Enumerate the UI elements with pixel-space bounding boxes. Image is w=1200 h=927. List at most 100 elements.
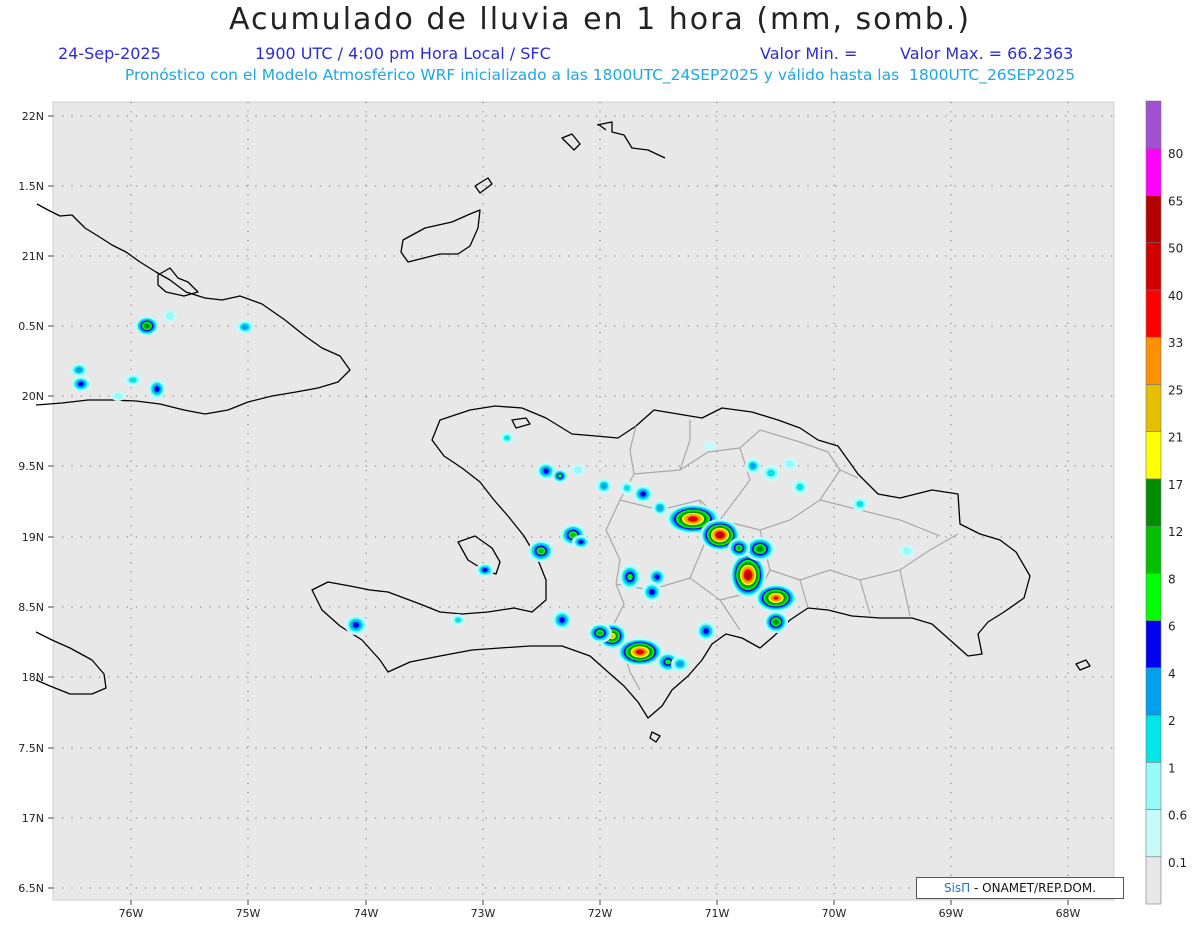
rain-contour (558, 474, 562, 478)
rain-cell (764, 611, 788, 633)
lon-label: 70W (822, 907, 847, 920)
colorbar-swatch (1145, 431, 1162, 480)
rain-contour (573, 466, 583, 474)
lat-label: 6.5N (18, 882, 44, 895)
lon-label: 76W (119, 907, 144, 920)
rain-contour (543, 468, 549, 474)
rain-cell (476, 563, 494, 577)
rain-contour (750, 463, 756, 469)
rain-cell (148, 379, 166, 399)
colorbar-swatch (1145, 100, 1162, 149)
rain-contour (601, 483, 607, 489)
lon-label: 71W (705, 907, 730, 920)
rain-cell (783, 458, 797, 470)
rain-contour (352, 622, 360, 628)
lat-label: 1.5N (18, 180, 44, 193)
rain-cell (633, 485, 653, 503)
latitude-labels: 22N1.5N21N0.5N20N9.5N19N8.5N18N7.5N17N6.… (18, 110, 44, 895)
rain-cell (671, 656, 689, 672)
rain-contour (623, 484, 631, 492)
rain-cell (451, 614, 465, 626)
colorbar-label: 17 (1168, 478, 1183, 492)
lat-label: 22N (22, 110, 44, 123)
rain-cell (345, 615, 367, 635)
rain-contour (129, 377, 137, 383)
sispi-logo: SisΠ (943, 881, 971, 895)
lon-label: 72W (588, 907, 613, 920)
rain-contour (154, 386, 160, 392)
rain-cell (71, 376, 91, 392)
rain-contour (649, 589, 655, 595)
lat-label: 20N (22, 390, 44, 403)
rain-cell (135, 316, 159, 336)
rain-cell (111, 391, 125, 401)
colorbar-swatch (1145, 242, 1162, 291)
rain-cell (236, 320, 254, 334)
rain-cell (552, 610, 572, 630)
rain-cell (900, 545, 914, 557)
rain-contour (578, 540, 584, 544)
rain-contour (773, 619, 779, 625)
colorbar: 0.10.612468121721253340506580 (1145, 100, 1187, 905)
rain-cell (571, 464, 585, 476)
rain-contour (241, 324, 249, 330)
rain-contour (902, 547, 912, 555)
rain-contour (746, 572, 750, 578)
rain-contour (570, 532, 576, 538)
rain-contour (165, 312, 175, 320)
colorbar-swatch (1145, 761, 1162, 810)
rain-contour (597, 630, 603, 636)
rain-cell (704, 441, 716, 451)
colorbar-label: 6 (1168, 620, 1176, 634)
rain-contour (75, 367, 83, 373)
lon-label: 73W (471, 907, 496, 920)
rain-contour (657, 505, 663, 511)
rain-cell (588, 623, 612, 643)
rain-contour (773, 596, 779, 600)
colorbar-label: 33 (1168, 336, 1183, 350)
rain-cell (852, 497, 868, 511)
colorbar-swatch (1145, 525, 1162, 574)
colorbar-swatch (1145, 195, 1162, 244)
colorbar-swatch (1145, 714, 1162, 763)
colorbar-swatch (1145, 809, 1162, 858)
rain-contour (676, 661, 684, 667)
lat-label: 0.5N (18, 320, 44, 333)
rain-contour (637, 650, 643, 654)
colorbar-label: 8 (1168, 572, 1176, 586)
colorbar-swatch (1145, 289, 1162, 338)
lat-label: 9.5N (18, 460, 44, 473)
lat-label: 17N (22, 812, 44, 825)
lat-label: 8.5N (18, 601, 44, 614)
rain-cell (696, 621, 716, 641)
colorbar-label: 80 (1168, 147, 1183, 161)
rain-cell (596, 478, 612, 494)
colorbar-swatch (1145, 478, 1162, 527)
colorbar-swatch (1145, 573, 1162, 621)
rain-cell (572, 535, 590, 549)
colorbar-label: 65 (1168, 194, 1183, 208)
rain-contour (113, 392, 123, 400)
map-area (52, 101, 1115, 901)
colorbar-label: 40 (1168, 289, 1183, 303)
colorbar-label: 21 (1168, 431, 1183, 445)
rain-cell (652, 500, 668, 516)
rain-cell (642, 582, 662, 602)
rain-contour (559, 617, 565, 623)
rain-contour (503, 435, 511, 441)
colorbar-label: 2 (1168, 714, 1176, 728)
rain-cell (163, 310, 177, 322)
rain-contour (665, 659, 671, 665)
rain-contour (654, 574, 660, 580)
rain-contour (144, 324, 150, 328)
rain-contour (640, 491, 646, 497)
credit-box: SisΠ - ONAMET/REP.DOM. (916, 877, 1124, 899)
rain-contour (703, 628, 709, 634)
rain-cell (124, 374, 142, 386)
lat-label: 7.5N (18, 742, 44, 755)
rainfall-map: 76W 75W 74W 73W 72W 71W 70W 69W 68W 22N 1.5N 21N 0.… (18, 100, 1187, 920)
rain-cell (728, 538, 750, 558)
colorbar-swatch (1145, 336, 1162, 385)
rain-cell (762, 465, 780, 481)
lon-label: 75W (236, 907, 261, 920)
